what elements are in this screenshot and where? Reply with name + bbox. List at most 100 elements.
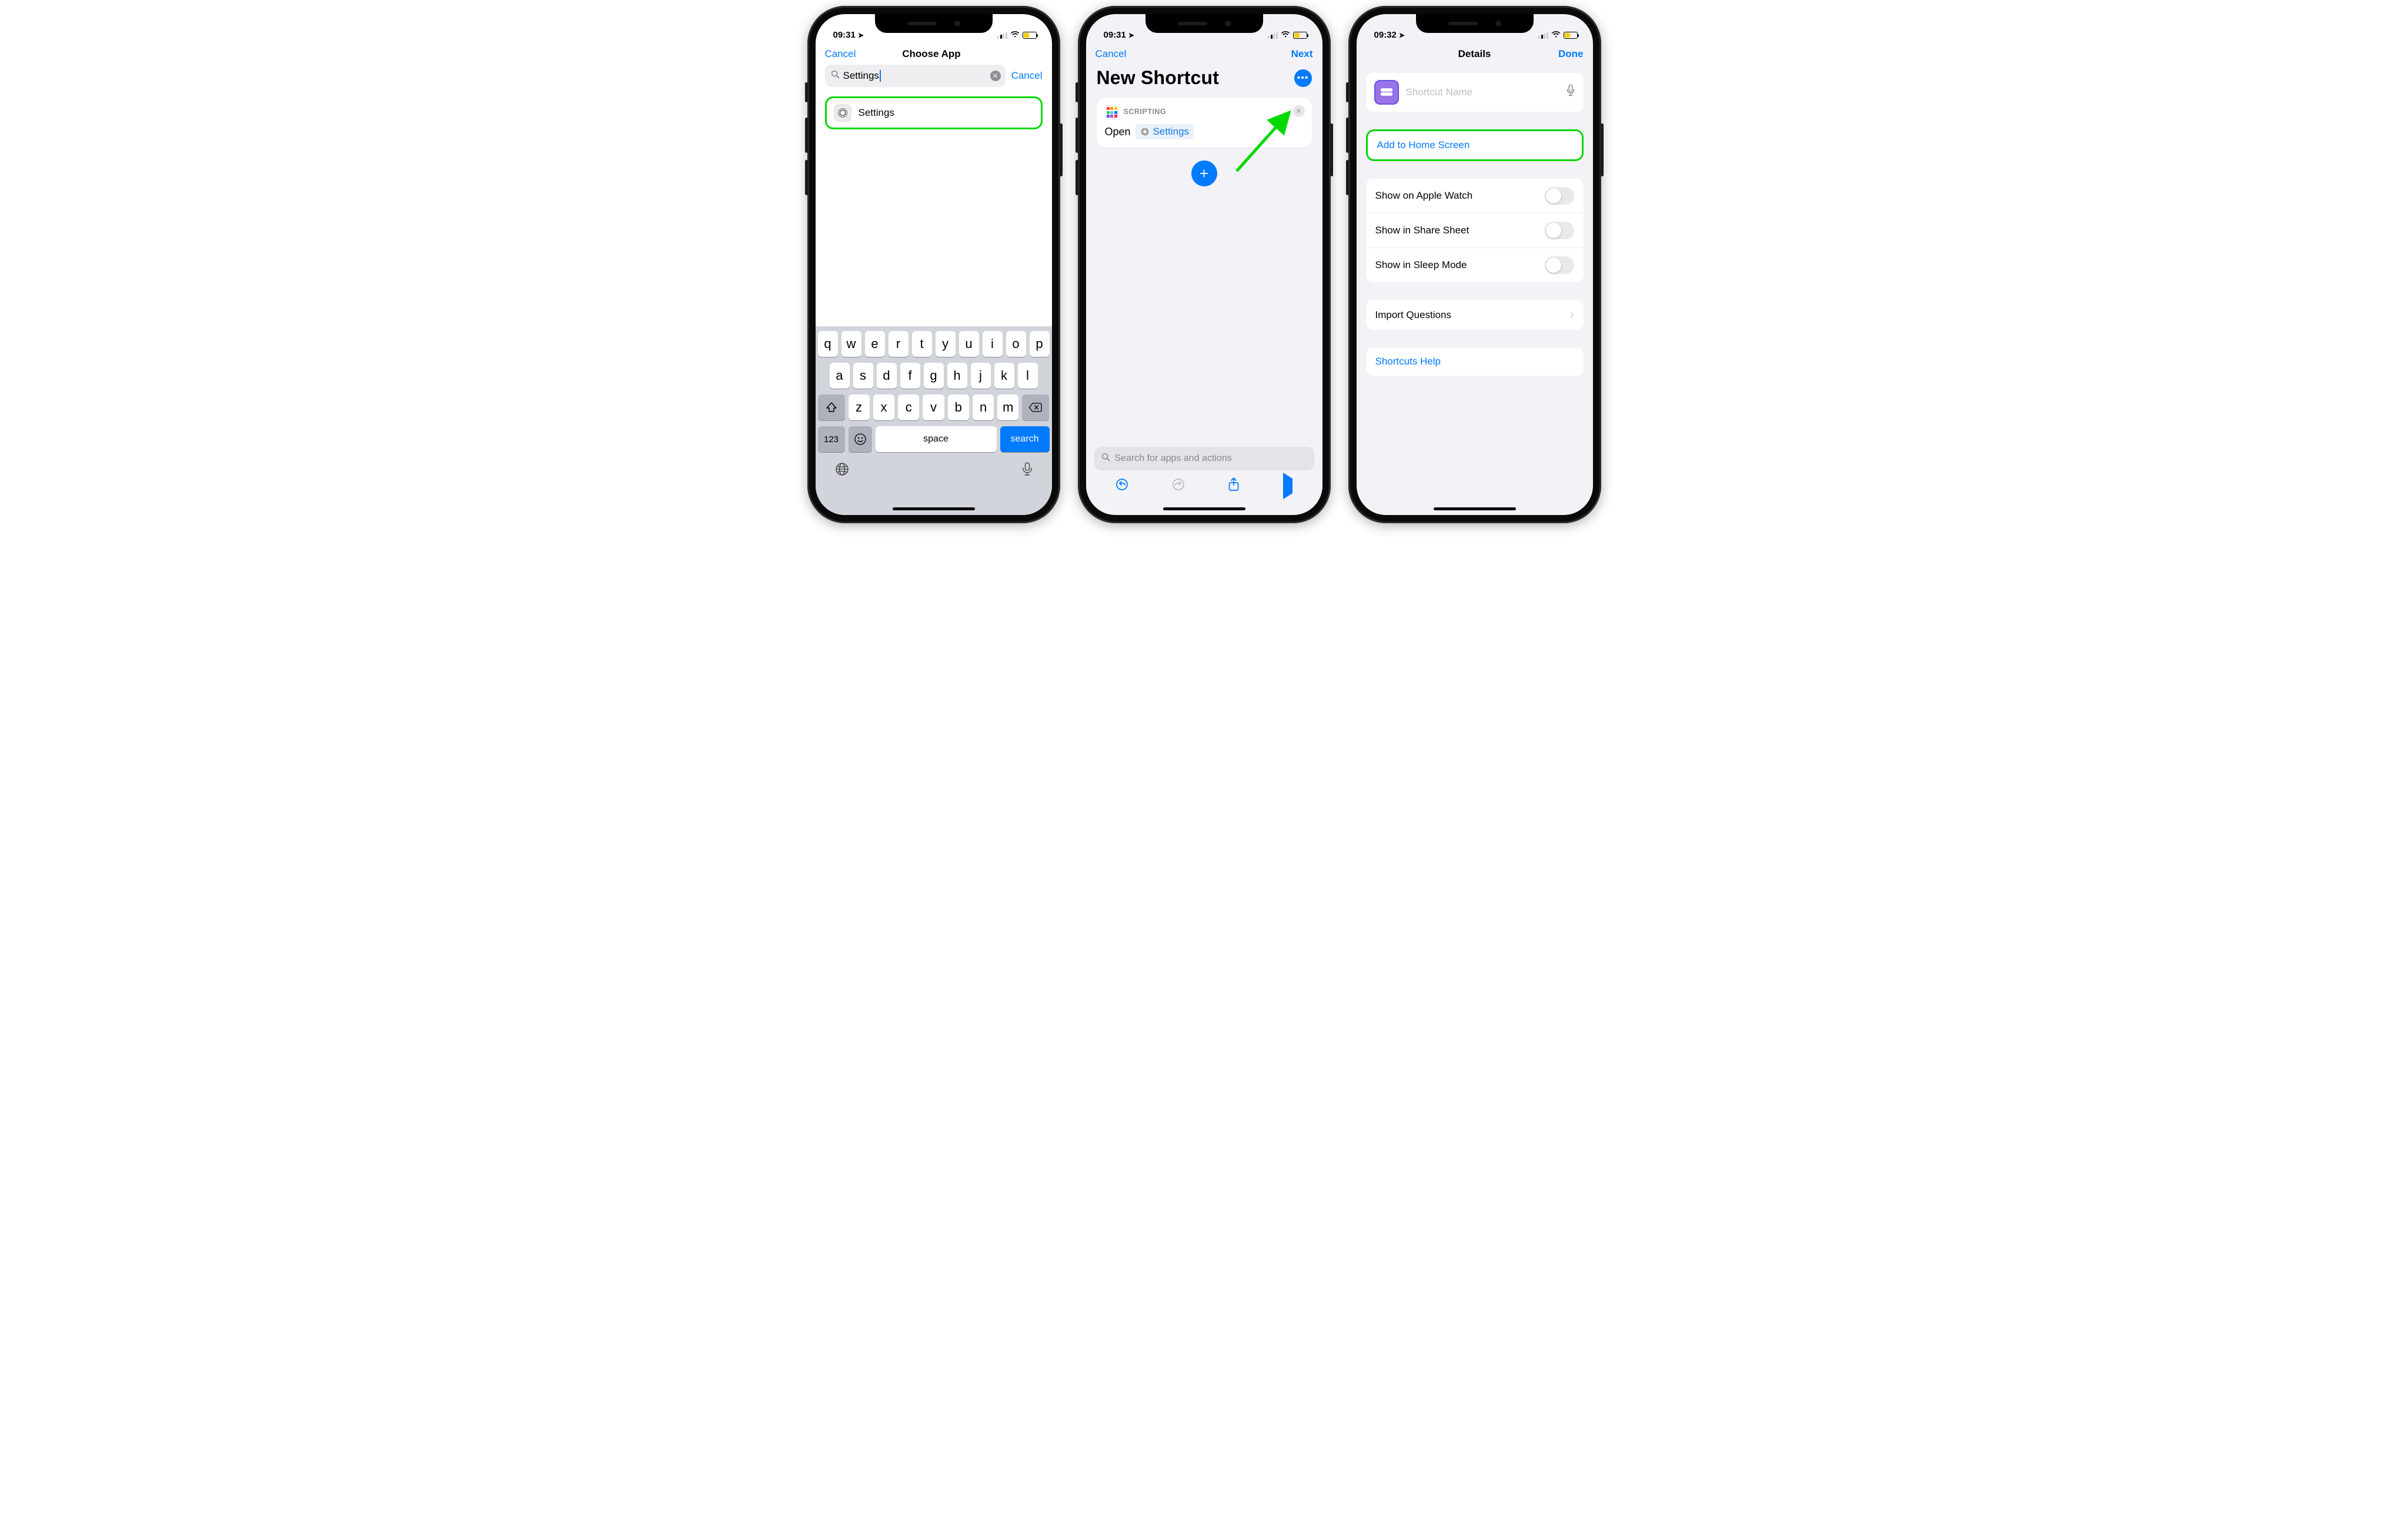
key-l[interactable]: l <box>1018 363 1038 389</box>
home-indicator[interactable] <box>1163 507 1245 510</box>
notch <box>1145 14 1263 33</box>
add-to-home-card: Add to Home Screen <box>1366 129 1584 161</box>
search-icon <box>831 70 840 82</box>
key-h[interactable]: h <box>947 363 967 389</box>
show-in-sleep-row: Show in Sleep Mode <box>1366 248 1584 282</box>
navbar: Cancel Next <box>1086 42 1322 65</box>
key-c[interactable]: c <box>898 394 919 420</box>
location-icon: ➤ <box>1128 31 1134 39</box>
numbers-key[interactable]: 123 <box>818 426 845 452</box>
key-d[interactable]: d <box>877 363 897 389</box>
add-action-button[interactable]: + <box>1191 161 1217 186</box>
action-param-pill[interactable]: Settings <box>1135 124 1194 139</box>
next-button[interactable]: Next <box>1291 48 1313 60</box>
cell-signal-icon <box>1538 32 1548 39</box>
location-icon: ➤ <box>1399 31 1405 39</box>
watch-toggle[interactable] <box>1545 187 1574 205</box>
action-card-open-app[interactable]: SCRIPTING ✕ Open Settings <box>1097 98 1312 148</box>
key-b[interactable]: b <box>948 394 969 420</box>
settings-app-icon <box>834 104 851 122</box>
key-y[interactable]: y <box>936 331 956 357</box>
done-button[interactable]: Done <box>1548 48 1584 60</box>
shortcut-icon-button[interactable] <box>1374 80 1399 105</box>
cancel-button[interactable]: Cancel <box>1096 48 1127 60</box>
key-q[interactable]: q <box>818 331 838 357</box>
keyboard-row-4: 123 space search <box>818 426 1050 452</box>
battery-icon <box>1023 32 1037 39</box>
key-u[interactable]: u <box>959 331 979 357</box>
home-indicator[interactable] <box>893 507 975 510</box>
settings-mini-icon <box>1140 127 1150 136</box>
dictate-key[interactable] <box>1021 462 1033 481</box>
undo-button[interactable] <box>1116 478 1128 494</box>
show-on-watch-row: Show on Apple Watch <box>1366 179 1584 213</box>
backspace-key[interactable] <box>1022 394 1049 420</box>
screen-choose-app: 09:31 ➤ Cancel Choose App Settings <box>816 14 1052 515</box>
shortcuts-help-button[interactable]: Shortcuts Help <box>1366 347 1584 376</box>
key-e[interactable]: e <box>865 331 885 357</box>
share-toggle[interactable] <box>1545 222 1574 239</box>
text-caret <box>880 70 881 82</box>
key-n[interactable]: n <box>973 394 994 420</box>
key-o[interactable]: o <box>1006 331 1026 357</box>
home-indicator[interactable] <box>1434 507 1516 510</box>
search-cancel-button[interactable]: Cancel <box>1011 70 1043 82</box>
screen-details: 09:32 ➤ Details Done Shortcut Name <box>1357 14 1593 515</box>
status-time: 09:32 <box>1374 30 1397 40</box>
key-w[interactable]: w <box>841 331 861 357</box>
keyboard[interactable]: qwertyuiop asdfghjkl zxcvbnm 123 space s… <box>816 326 1052 515</box>
cell-signal-icon <box>997 32 1007 39</box>
shift-key[interactable] <box>818 394 845 420</box>
status-time: 09:31 <box>1104 30 1126 40</box>
import-questions-card: Import Questions › <box>1366 300 1584 330</box>
page-title: New Shortcut <box>1097 67 1220 89</box>
key-z[interactable]: z <box>849 394 870 420</box>
navbar: Details Done <box>1357 42 1593 65</box>
cancel-button[interactable]: Cancel <box>825 48 856 60</box>
key-p[interactable]: p <box>1030 331 1050 357</box>
key-x[interactable]: x <box>873 394 894 420</box>
app-result-settings[interactable]: Settings <box>825 96 1043 129</box>
key-r[interactable]: r <box>889 331 909 357</box>
action-param-label: Settings <box>1153 126 1189 138</box>
redo-button[interactable] <box>1172 478 1185 494</box>
shortcut-glyph-icon <box>1381 87 1392 98</box>
notch <box>1416 14 1534 33</box>
search-icon <box>1101 453 1110 464</box>
run-button[interactable] <box>1283 479 1292 494</box>
key-t[interactable]: t <box>912 331 932 357</box>
space-key[interactable]: space <box>876 426 997 452</box>
dictate-icon[interactable] <box>1566 84 1575 101</box>
key-j[interactable]: j <box>971 363 991 389</box>
key-f[interactable]: f <box>900 363 920 389</box>
sleep-toggle[interactable] <box>1545 256 1574 274</box>
key-v[interactable]: v <box>923 394 944 420</box>
phone-frame-3: 09:32 ➤ Details Done Shortcut Name <box>1348 6 1601 523</box>
key-s[interactable]: s <box>853 363 873 389</box>
key-k[interactable]: k <box>994 363 1014 389</box>
emoji-key[interactable] <box>849 426 872 452</box>
chevron-right-icon: › <box>1570 308 1574 322</box>
add-to-home-screen-button[interactable]: Add to Home Screen <box>1368 131 1582 159</box>
clear-search-icon[interactable]: ✕ <box>990 71 1001 81</box>
scripting-icon <box>1105 105 1118 118</box>
search-key[interactable]: search <box>1000 426 1050 452</box>
key-i[interactable]: i <box>983 331 1003 357</box>
remove-action-icon[interactable]: ✕ <box>1293 105 1305 117</box>
page-title: Details <box>1458 48 1491 60</box>
phone-frame-2: 09:31 ➤ Cancel Next New Shortcut ••• <box>1078 6 1331 523</box>
wifi-icon <box>1010 31 1020 40</box>
shortcut-name-card: Shortcut Name <box>1366 73 1584 112</box>
key-g[interactable]: g <box>924 363 944 389</box>
key-a[interactable]: a <box>830 363 850 389</box>
action-search-input[interactable]: Search for apps and actions <box>1094 447 1314 470</box>
key-m[interactable]: m <box>997 394 1018 420</box>
import-questions-button[interactable]: Import Questions › <box>1366 300 1584 330</box>
action-search-placeholder: Search for apps and actions <box>1115 453 1232 464</box>
share-button[interactable] <box>1228 477 1240 495</box>
more-options-button[interactable]: ••• <box>1294 69 1312 87</box>
search-input[interactable]: Settings ✕ <box>825 65 1006 87</box>
globe-key[interactable] <box>834 462 850 481</box>
location-icon: ➤ <box>858 31 864 39</box>
shortcut-name-input[interactable]: Shortcut Name <box>1406 86 1559 98</box>
